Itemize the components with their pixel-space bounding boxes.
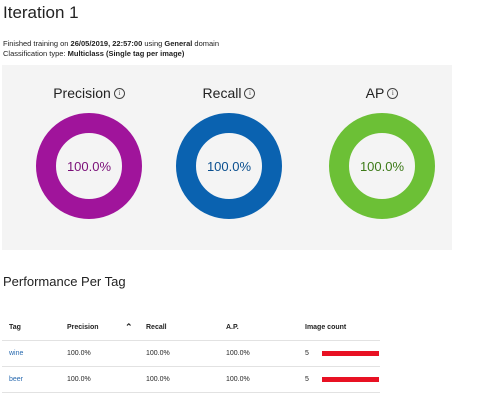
image-count-bar [322, 351, 379, 356]
image-count-cell: 5 [305, 376, 309, 383]
column-header-precision[interactable]: Precision [67, 314, 99, 340]
info-icon[interactable]: i [387, 87, 399, 99]
image-count-bar-cell [322, 367, 379, 392]
recall-value: 100.0% [206, 158, 252, 174]
precision-value: 100.0% [66, 158, 112, 174]
tag-link[interactable]: beer [9, 367, 23, 392]
recall-metric: Recall i 100.0% [159, 85, 299, 245]
precision-label: Precision [53, 85, 111, 101]
classification-info: Classification type: Multiclass (Single … [3, 49, 184, 58]
recall-label: Recall [202, 85, 242, 101]
page-title: Iteration 1 [3, 3, 79, 22]
precision-cell: 100.0% [67, 376, 91, 383]
recall-cell: 100.0% [146, 376, 170, 383]
ap-label-row: AP i [366, 85, 399, 101]
performance-section-title: Performance Per Tag [3, 274, 126, 289]
ap-metric: AP i 100.0% [312, 85, 452, 245]
metrics-panel: Precision i 100.0% Recall i 100.0% AP i … [2, 65, 452, 250]
training-domain: General [164, 39, 193, 48]
training-datetime: 26/05/2019, 22:57:00 [70, 39, 143, 48]
ap-label: AP [365, 85, 385, 101]
training-prefix: Finished training on [3, 39, 71, 48]
image-count-bar [322, 377, 379, 382]
column-header-ap[interactable]: A.P. [226, 314, 239, 340]
column-header-tag[interactable]: Tag [9, 314, 21, 340]
classification-prefix: Classification type: [3, 49, 68, 58]
table-row: wine 100.0% 100.0% 100.0% 5 [2, 341, 380, 367]
training-middle: using [142, 39, 165, 48]
info-icon[interactable]: i [113, 87, 125, 99]
tag-link[interactable]: wine [9, 341, 23, 366]
column-header-recall[interactable]: Recall [146, 314, 167, 340]
recall-label-row: Recall i [203, 85, 256, 101]
image-count-bar-cell [322, 341, 379, 366]
precision-label-row: Precision i [53, 85, 125, 101]
ap-cell: 100.0% [226, 350, 250, 357]
precision-metric: Precision i 100.0% [19, 85, 159, 245]
performance-table: Tag Precision ⌃ Recall A.P. Image count … [2, 314, 380, 393]
table-row: beer 100.0% 100.0% 100.0% 5 [2, 367, 380, 393]
chevron-up-icon[interactable]: ⌃ [125, 314, 133, 340]
classification-type: Multiclass (Single tag per image) [67, 49, 185, 58]
precision-cell: 100.0% [67, 350, 91, 357]
table-header-row: Tag Precision ⌃ Recall A.P. Image count [2, 314, 380, 341]
column-header-image-count[interactable]: Image count [305, 314, 346, 340]
training-suffix: domain [192, 39, 220, 48]
recall-cell: 100.0% [146, 350, 170, 357]
training-info: Finished training on 26/05/2019, 22:57:0… [3, 39, 219, 48]
info-icon[interactable]: i [244, 87, 256, 99]
ap-value: 100.0% [359, 158, 405, 174]
ap-cell: 100.0% [226, 376, 250, 383]
image-count-cell: 5 [305, 350, 309, 357]
